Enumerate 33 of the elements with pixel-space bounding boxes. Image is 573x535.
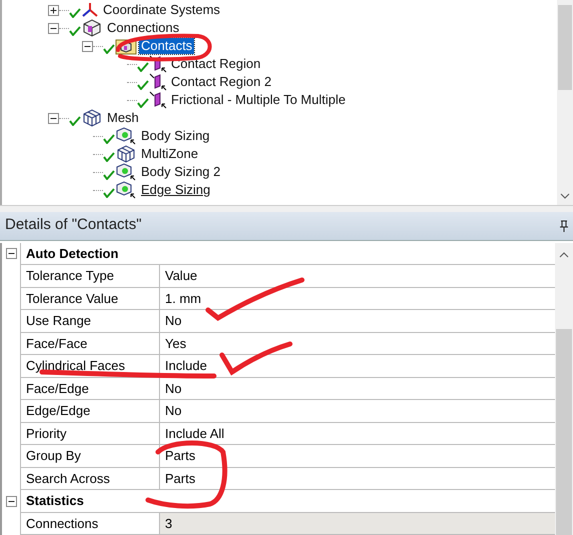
tree-item[interactable]: Connections [105, 20, 182, 36]
sizing-icon [115, 163, 137, 181]
expander-toggle[interactable] [6, 248, 16, 260]
expander-toggle[interactable] [48, 22, 59, 34]
tree-item[interactable]: Body Sizing [139, 128, 212, 144]
axes-icon [81, 2, 99, 18]
panel-title: Details of "Contacts" [5, 215, 143, 236]
scrollbar[interactable] [555, 242, 573, 535]
mesh-icon [81, 109, 103, 127]
contact-icon [149, 55, 167, 73]
contact-icon [149, 73, 167, 91]
tree-item[interactable]: Coordinate Systems [101, 2, 222, 18]
tree-item[interactable]: Contact Region 2 [169, 74, 274, 90]
tree-item[interactable]: Body Sizing 2 [139, 164, 222, 180]
mesh-icon [115, 145, 137, 163]
sizing-icon [115, 127, 137, 145]
tree-item[interactable]: Contacts [139, 38, 194, 54]
tree-item[interactable]: MultiZone [139, 146, 200, 162]
expander-toggle[interactable] [6, 496, 16, 507]
cube-icon [81, 19, 103, 37]
tree-item[interactable]: Mesh [105, 110, 141, 126]
scroll-up-icon[interactable] [559, 250, 569, 258]
property-value[interactable]: 3 [160, 512, 555, 534]
sizing-icon [115, 181, 137, 199]
expander-toggle[interactable] [48, 4, 59, 16]
expander-toggle[interactable] [82, 40, 93, 52]
expander-toggle[interactable] [48, 112, 59, 124]
contact-icon [149, 91, 167, 109]
pin-icon[interactable] [560, 220, 568, 232]
tree-item[interactable]: Frictional - Multiple To Multiple [169, 92, 348, 108]
scrollbar[interactable] [557, 0, 573, 205]
scroll-down-icon[interactable] [560, 192, 570, 200]
tree-item[interactable]: Edge Sizing [139, 182, 212, 198]
